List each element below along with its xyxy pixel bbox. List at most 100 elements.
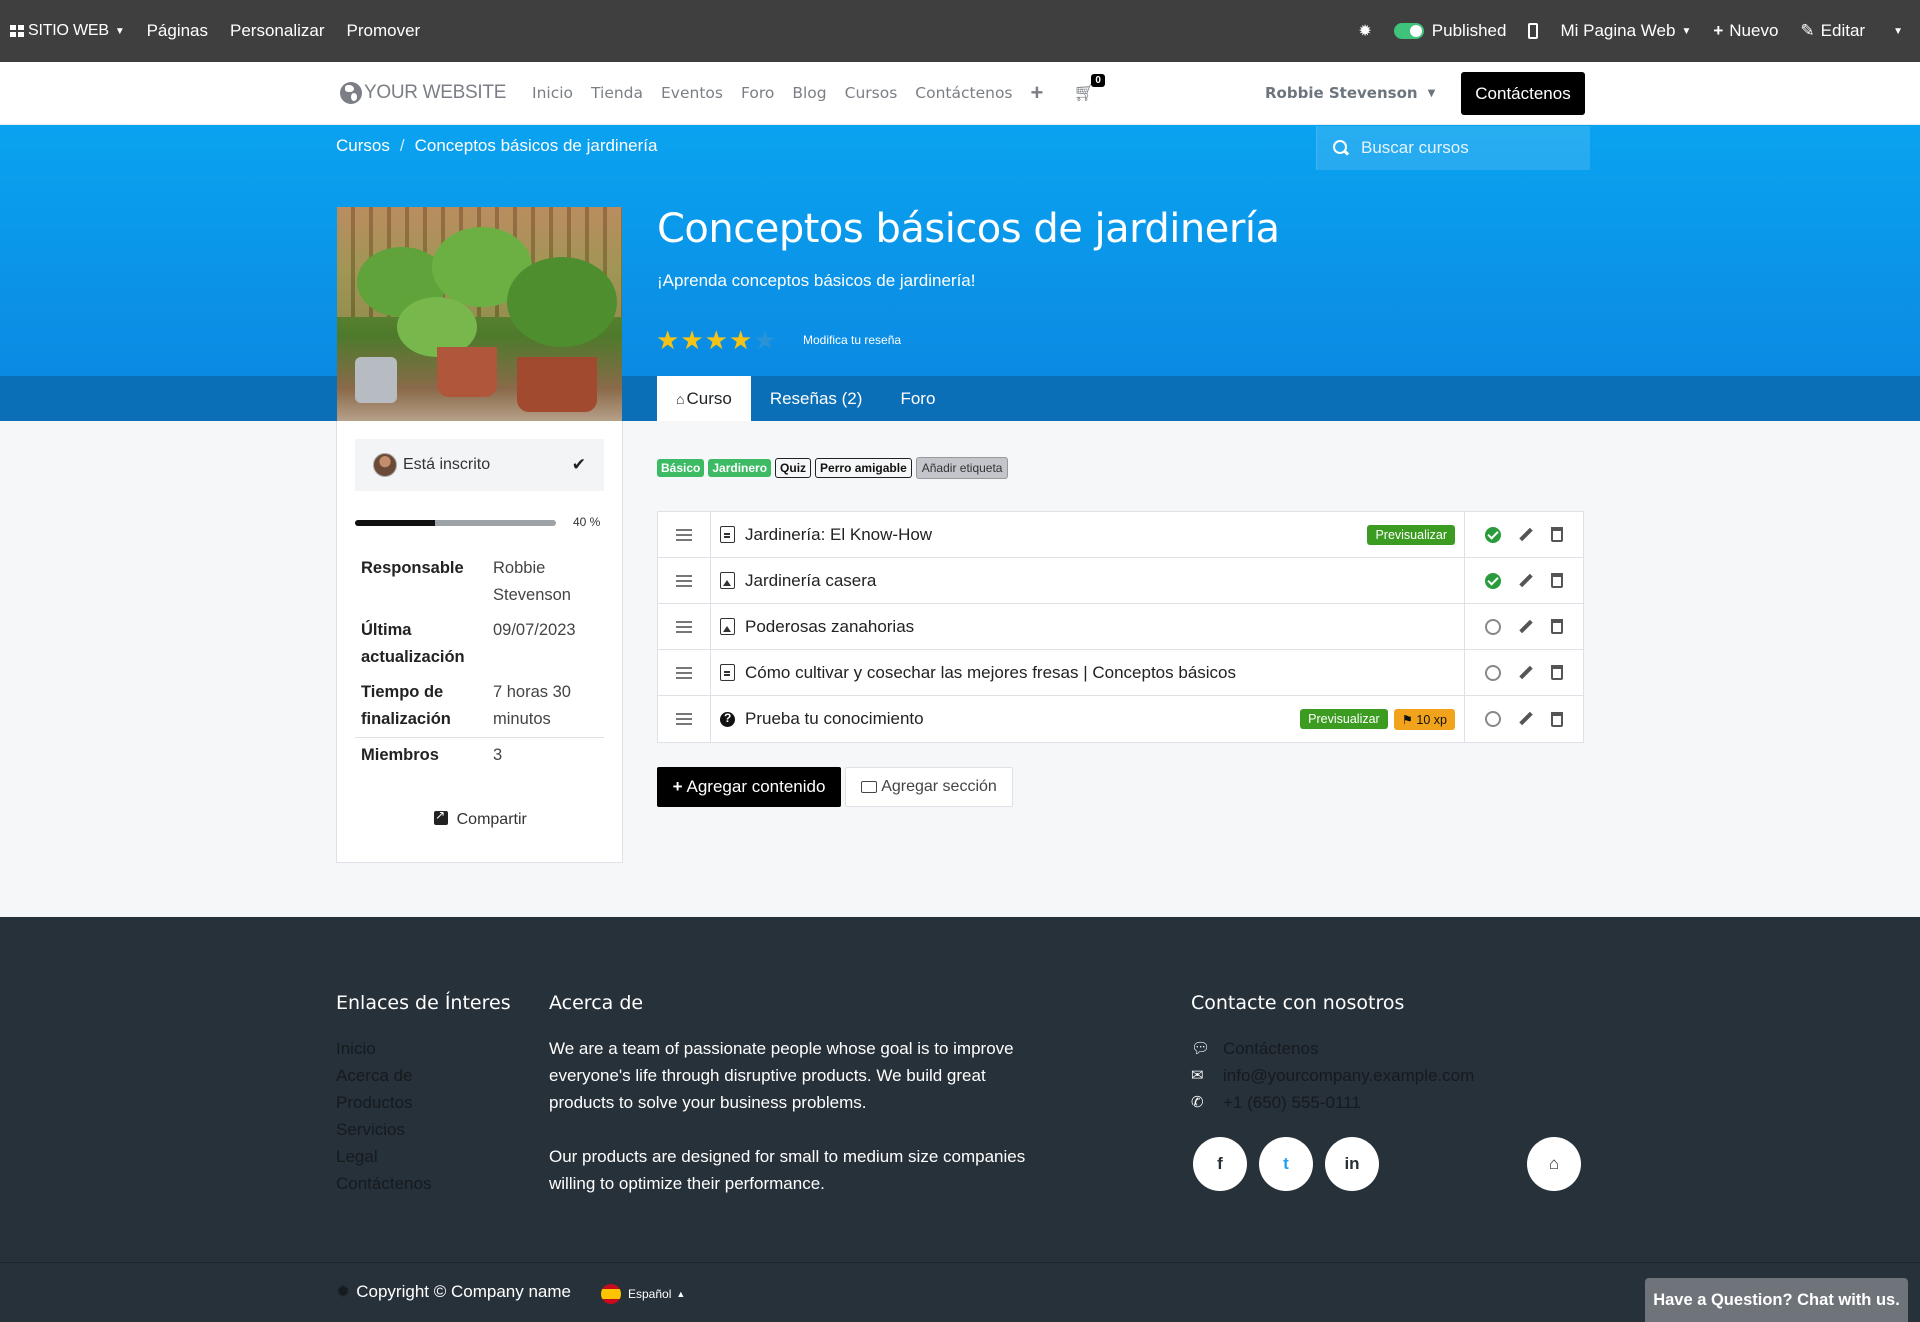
nav-link-blog[interactable]: Blog xyxy=(792,84,826,102)
add-content-button[interactable]: + Agregar contenido xyxy=(657,767,841,807)
footer-link[interactable]: Legal xyxy=(336,1143,431,1170)
quiz-icon xyxy=(720,711,735,727)
mobile-preview-button[interactable] xyxy=(1517,0,1549,62)
site-logo[interactable]: YOUR WEBSITE xyxy=(340,82,506,104)
add-menu-item-icon[interactable]: + xyxy=(1031,80,1044,106)
footer-link[interactable]: Contáctenos xyxy=(336,1170,431,1197)
user-menu[interactable]: Robbie Stevenson ▼ xyxy=(1265,62,1435,124)
menu-promote[interactable]: Promover xyxy=(336,0,432,62)
nav-link-shop[interactable]: Tienda xyxy=(591,84,643,102)
footer-link[interactable]: Inicio xyxy=(336,1035,431,1062)
course-meta: Responsable Robbie Stevenson Última actu… xyxy=(355,551,604,773)
content-row: Cómo cultivar y cosechar las mejores fre… xyxy=(658,650,1583,696)
more-caret[interactable]: ▼ xyxy=(1876,0,1914,62)
caret-up-icon: ▲ xyxy=(676,1289,686,1299)
content-link[interactable]: Jardinería: El Know-How Previsualizar xyxy=(711,512,1465,557)
new-button[interactable]: + Nuevo xyxy=(1702,0,1789,62)
tag-gardener[interactable]: Jardinero xyxy=(708,459,772,477)
document-icon xyxy=(720,526,735,543)
contact-link-row[interactable]: 💬︎ Contáctenos xyxy=(1191,1035,1474,1062)
tag-quiz[interactable]: Quiz xyxy=(775,458,812,478)
content-actions xyxy=(1465,650,1583,695)
star-filled-icon: ★ xyxy=(656,325,680,355)
tab-course[interactable]: ⌂ Curso xyxy=(657,376,751,421)
edit-pencil-icon[interactable] xyxy=(1518,665,1534,681)
nav-link-contact[interactable]: Contáctenos xyxy=(915,84,1012,102)
linkedin-icon[interactable]: in xyxy=(1325,1137,1379,1191)
live-chat-button[interactable]: Have a Question? Chat with us. xyxy=(1645,1278,1908,1322)
debug-button[interactable]: ✹ xyxy=(1347,0,1382,62)
publish-toggle[interactable]: Published xyxy=(1383,0,1518,62)
drag-handle-icon xyxy=(676,666,692,679)
facebook-icon[interactable]: f xyxy=(1193,1137,1247,1191)
content-actions xyxy=(1465,604,1583,649)
phone-row[interactable]: ✆ +1 (650) 555-0111 xyxy=(1191,1089,1474,1116)
footer-link[interactable]: Servicios xyxy=(336,1116,431,1143)
image-icon xyxy=(720,572,735,589)
trash-icon[interactable] xyxy=(1550,527,1563,542)
drag-handle[interactable] xyxy=(658,604,711,649)
progress-fill xyxy=(355,520,436,526)
content-row: Jardinería: El Know-How Previsualizar xyxy=(658,512,1583,558)
drag-handle[interactable] xyxy=(658,650,711,695)
site-selector[interactable]: Mi Pagina Web ▼ xyxy=(1549,0,1702,62)
contact-us-button[interactable]: Contáctenos xyxy=(1461,72,1585,115)
copyright-text: Copyright © Company name xyxy=(356,1282,571,1301)
edit-button[interactable]: ✎ Editar xyxy=(1789,0,1876,62)
website-menu[interactable]: SITIO WEB ▼ xyxy=(0,0,136,62)
about-paragraph: We are a team of passionate people whose… xyxy=(549,1039,1014,1112)
content-link[interactable]: Jardinería casera xyxy=(711,558,1465,603)
drag-handle[interactable] xyxy=(658,558,711,603)
completed-check-icon[interactable] xyxy=(1485,572,1502,589)
cart-button[interactable]: 🛒︎ 0 xyxy=(1073,74,1105,103)
content-actions xyxy=(1465,558,1583,603)
home-icon[interactable]: ⌂ xyxy=(1527,1137,1581,1191)
caret-down-icon: ▼ xyxy=(1427,87,1436,99)
drag-handle[interactable] xyxy=(658,512,711,557)
edit-pencil-icon[interactable] xyxy=(1518,573,1534,589)
add-section-button[interactable]: Agregar sección xyxy=(845,767,1013,807)
breadcrumb-courses[interactable]: Cursos xyxy=(336,136,390,156)
content-link[interactable]: Cómo cultivar y cosechar las mejores fre… xyxy=(711,650,1465,695)
trash-icon[interactable] xyxy=(1550,711,1563,727)
incomplete-circle-icon[interactable] xyxy=(1485,711,1502,727)
content-link[interactable]: Poderosas zanahorias xyxy=(711,604,1465,649)
contact-link: Contáctenos xyxy=(1223,1039,1319,1058)
meta-key: Miembros xyxy=(361,746,439,764)
email-row[interactable]: ✉ info@yourcompany.example.com xyxy=(1191,1062,1474,1089)
tag-basic[interactable]: Básico xyxy=(657,459,705,477)
drag-handle-icon xyxy=(676,528,692,541)
content-link[interactable]: Prueba tu conocimiento Previsualizar ⚑ 1… xyxy=(711,696,1465,742)
incomplete-circle-icon[interactable] xyxy=(1485,664,1502,681)
tag-dog-friendly[interactable]: Perro amigable xyxy=(815,458,912,478)
edit-pencil-icon[interactable] xyxy=(1518,527,1534,543)
tab-reviews[interactable]: Reseñas (2) xyxy=(751,376,882,421)
trash-icon[interactable] xyxy=(1550,573,1563,588)
nav-link-events[interactable]: Eventos xyxy=(661,84,723,102)
menu-pages[interactable]: Páginas xyxy=(136,0,219,62)
trash-icon[interactable] xyxy=(1550,619,1563,634)
nav-link-home[interactable]: Inicio xyxy=(532,84,573,102)
tab-forum[interactable]: Foro xyxy=(881,376,954,421)
twitter-icon[interactable]: t xyxy=(1259,1137,1313,1191)
footer-link[interactable]: Acerca de xyxy=(336,1062,431,1089)
footer-link[interactable]: Productos xyxy=(336,1089,431,1116)
trash-icon[interactable] xyxy=(1550,665,1563,680)
content-row: Poderosas zanahorias xyxy=(658,604,1583,650)
nav-link-courses[interactable]: Cursos xyxy=(845,84,898,102)
toggle-switch-icon xyxy=(1393,23,1424,39)
course-search-input[interactable]: Buscar cursos xyxy=(1316,126,1590,170)
menu-customize[interactable]: Personalizar xyxy=(219,0,336,62)
edit-pencil-icon[interactable] xyxy=(1518,711,1534,727)
nav-link-forum[interactable]: Foro xyxy=(741,84,774,102)
language-selector[interactable]: Español ▲ xyxy=(601,1284,685,1304)
drag-handle[interactable] xyxy=(658,696,711,742)
completed-check-icon[interactable] xyxy=(1485,526,1502,543)
edit-review-link[interactable]: Modifica tu reseña xyxy=(803,333,901,347)
language-label: Español xyxy=(628,1287,672,1301)
share-button[interactable]: Compartir xyxy=(337,808,624,829)
course-rating: ★ ★ ★ ★ ★ xyxy=(656,327,778,353)
incomplete-circle-icon[interactable] xyxy=(1485,618,1502,635)
add-tag-button[interactable]: Añadir etiqueta xyxy=(915,457,1009,479)
edit-pencil-icon[interactable] xyxy=(1518,619,1534,635)
